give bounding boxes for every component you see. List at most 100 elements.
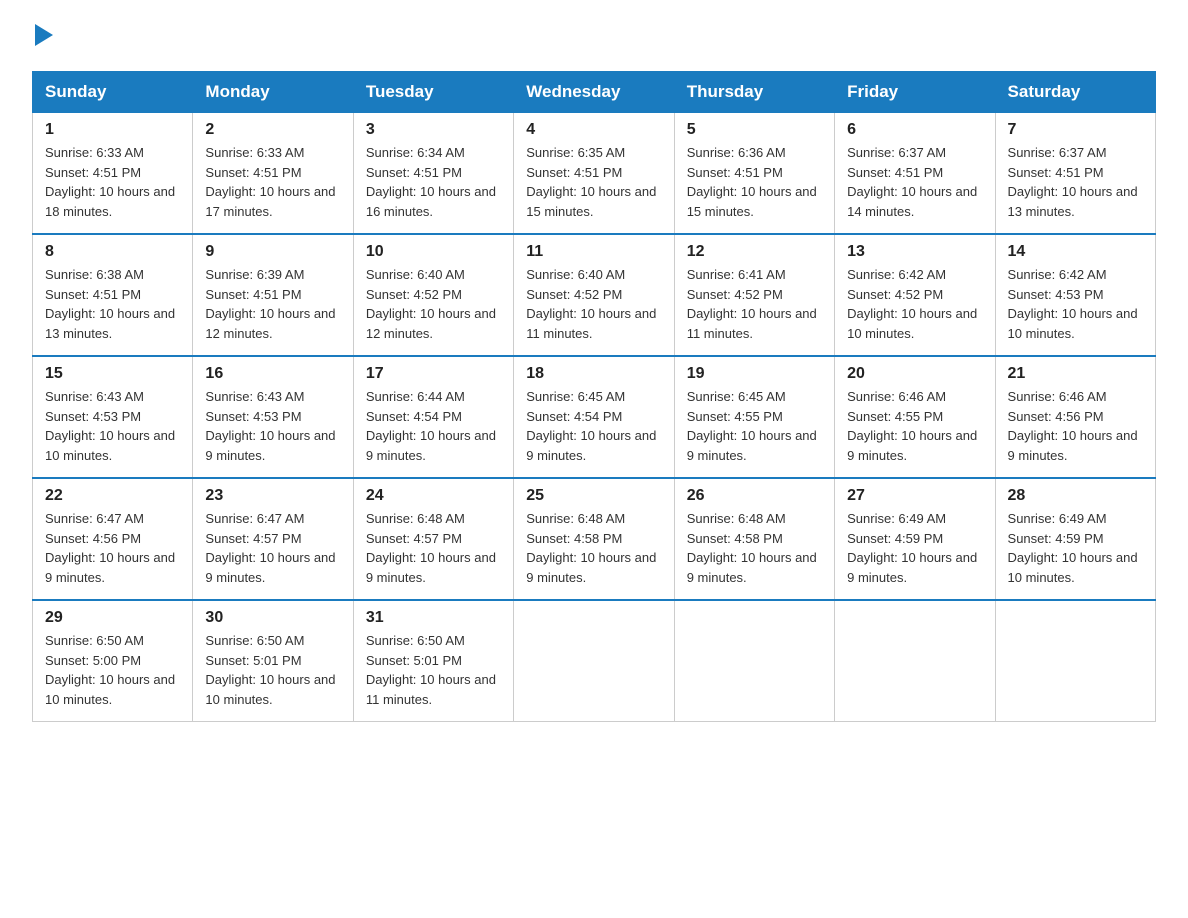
day-info: Sunrise: 6:44 AM Sunset: 4:54 PM Dayligh… (366, 387, 501, 465)
day-number: 1 (45, 121, 180, 139)
day-number: 25 (526, 487, 661, 505)
calendar-cell: 12 Sunrise: 6:41 AM Sunset: 4:52 PM Dayl… (674, 234, 834, 356)
calendar-cell: 3 Sunrise: 6:34 AM Sunset: 4:51 PM Dayli… (353, 113, 513, 235)
day-number: 13 (847, 243, 982, 261)
day-info: Sunrise: 6:50 AM Sunset: 5:01 PM Dayligh… (205, 631, 340, 709)
day-info: Sunrise: 6:45 AM Sunset: 4:55 PM Dayligh… (687, 387, 822, 465)
day-number: 24 (366, 487, 501, 505)
calendar-cell: 16 Sunrise: 6:43 AM Sunset: 4:53 PM Dayl… (193, 356, 353, 478)
day-info: Sunrise: 6:41 AM Sunset: 4:52 PM Dayligh… (687, 265, 822, 343)
weekday-header-sunday: Sunday (33, 72, 193, 113)
calendar-table: SundayMondayTuesdayWednesdayThursdayFrid… (32, 71, 1156, 722)
calendar-cell: 9 Sunrise: 6:39 AM Sunset: 4:51 PM Dayli… (193, 234, 353, 356)
week-row-5: 29 Sunrise: 6:50 AM Sunset: 5:00 PM Dayl… (33, 600, 1156, 722)
day-info: Sunrise: 6:50 AM Sunset: 5:00 PM Dayligh… (45, 631, 180, 709)
calendar-cell: 10 Sunrise: 6:40 AM Sunset: 4:52 PM Dayl… (353, 234, 513, 356)
day-info: Sunrise: 6:46 AM Sunset: 4:56 PM Dayligh… (1008, 387, 1143, 465)
day-number: 14 (1008, 243, 1143, 261)
day-number: 18 (526, 365, 661, 383)
weekday-header-thursday: Thursday (674, 72, 834, 113)
day-info: Sunrise: 6:34 AM Sunset: 4:51 PM Dayligh… (366, 143, 501, 221)
day-number: 7 (1008, 121, 1143, 139)
day-info: Sunrise: 6:47 AM Sunset: 4:57 PM Dayligh… (205, 509, 340, 587)
weekday-header-wednesday: Wednesday (514, 72, 674, 113)
calendar-cell (995, 600, 1155, 722)
calendar-cell: 14 Sunrise: 6:42 AM Sunset: 4:53 PM Dayl… (995, 234, 1155, 356)
calendar-cell: 27 Sunrise: 6:49 AM Sunset: 4:59 PM Dayl… (835, 478, 995, 600)
day-info: Sunrise: 6:38 AM Sunset: 4:51 PM Dayligh… (45, 265, 180, 343)
day-number: 4 (526, 121, 661, 139)
week-row-1: 1 Sunrise: 6:33 AM Sunset: 4:51 PM Dayli… (33, 113, 1156, 235)
day-number: 9 (205, 243, 340, 261)
weekday-header-monday: Monday (193, 72, 353, 113)
day-number: 31 (366, 609, 501, 627)
day-number: 30 (205, 609, 340, 627)
page-header (32, 24, 1156, 51)
day-info: Sunrise: 6:42 AM Sunset: 4:53 PM Dayligh… (1008, 265, 1143, 343)
day-info: Sunrise: 6:46 AM Sunset: 4:55 PM Dayligh… (847, 387, 982, 465)
day-number: 27 (847, 487, 982, 505)
calendar-cell: 8 Sunrise: 6:38 AM Sunset: 4:51 PM Dayli… (33, 234, 193, 356)
day-info: Sunrise: 6:47 AM Sunset: 4:56 PM Dayligh… (45, 509, 180, 587)
calendar-cell: 5 Sunrise: 6:36 AM Sunset: 4:51 PM Dayli… (674, 113, 834, 235)
calendar-cell: 13 Sunrise: 6:42 AM Sunset: 4:52 PM Dayl… (835, 234, 995, 356)
day-info: Sunrise: 6:42 AM Sunset: 4:52 PM Dayligh… (847, 265, 982, 343)
calendar-cell: 31 Sunrise: 6:50 AM Sunset: 5:01 PM Dayl… (353, 600, 513, 722)
day-info: Sunrise: 6:50 AM Sunset: 5:01 PM Dayligh… (366, 631, 501, 709)
calendar-cell (674, 600, 834, 722)
calendar-cell: 30 Sunrise: 6:50 AM Sunset: 5:01 PM Dayl… (193, 600, 353, 722)
day-number: 2 (205, 121, 340, 139)
calendar-cell: 6 Sunrise: 6:37 AM Sunset: 4:51 PM Dayli… (835, 113, 995, 235)
day-info: Sunrise: 6:48 AM Sunset: 4:58 PM Dayligh… (526, 509, 661, 587)
week-row-3: 15 Sunrise: 6:43 AM Sunset: 4:53 PM Dayl… (33, 356, 1156, 478)
week-row-4: 22 Sunrise: 6:47 AM Sunset: 4:56 PM Dayl… (33, 478, 1156, 600)
calendar-cell: 2 Sunrise: 6:33 AM Sunset: 4:51 PM Dayli… (193, 113, 353, 235)
weekday-header-row: SundayMondayTuesdayWednesdayThursdayFrid… (33, 72, 1156, 113)
day-info: Sunrise: 6:40 AM Sunset: 4:52 PM Dayligh… (526, 265, 661, 343)
calendar-cell: 19 Sunrise: 6:45 AM Sunset: 4:55 PM Dayl… (674, 356, 834, 478)
calendar-cell: 21 Sunrise: 6:46 AM Sunset: 4:56 PM Dayl… (995, 356, 1155, 478)
calendar-cell: 15 Sunrise: 6:43 AM Sunset: 4:53 PM Dayl… (33, 356, 193, 478)
day-number: 29 (45, 609, 180, 627)
day-number: 17 (366, 365, 501, 383)
day-info: Sunrise: 6:43 AM Sunset: 4:53 PM Dayligh… (45, 387, 180, 465)
day-number: 23 (205, 487, 340, 505)
calendar-cell: 22 Sunrise: 6:47 AM Sunset: 4:56 PM Dayl… (33, 478, 193, 600)
calendar-cell: 28 Sunrise: 6:49 AM Sunset: 4:59 PM Dayl… (995, 478, 1155, 600)
calendar-cell: 11 Sunrise: 6:40 AM Sunset: 4:52 PM Dayl… (514, 234, 674, 356)
day-number: 6 (847, 121, 982, 139)
day-info: Sunrise: 6:49 AM Sunset: 4:59 PM Dayligh… (847, 509, 982, 587)
calendar-cell: 20 Sunrise: 6:46 AM Sunset: 4:55 PM Dayl… (835, 356, 995, 478)
day-info: Sunrise: 6:37 AM Sunset: 4:51 PM Dayligh… (847, 143, 982, 221)
day-info: Sunrise: 6:35 AM Sunset: 4:51 PM Dayligh… (526, 143, 661, 221)
logo (32, 24, 53, 51)
calendar-cell: 23 Sunrise: 6:47 AM Sunset: 4:57 PM Dayl… (193, 478, 353, 600)
calendar-cell: 4 Sunrise: 6:35 AM Sunset: 4:51 PM Dayli… (514, 113, 674, 235)
day-info: Sunrise: 6:39 AM Sunset: 4:51 PM Dayligh… (205, 265, 340, 343)
day-number: 10 (366, 243, 501, 261)
day-info: Sunrise: 6:40 AM Sunset: 4:52 PM Dayligh… (366, 265, 501, 343)
weekday-header-tuesday: Tuesday (353, 72, 513, 113)
day-number: 11 (526, 243, 661, 261)
calendar-cell: 1 Sunrise: 6:33 AM Sunset: 4:51 PM Dayli… (33, 113, 193, 235)
day-info: Sunrise: 6:48 AM Sunset: 4:57 PM Dayligh… (366, 509, 501, 587)
day-number: 19 (687, 365, 822, 383)
weekday-header-friday: Friday (835, 72, 995, 113)
week-row-2: 8 Sunrise: 6:38 AM Sunset: 4:51 PM Dayli… (33, 234, 1156, 356)
day-info: Sunrise: 6:48 AM Sunset: 4:58 PM Dayligh… (687, 509, 822, 587)
day-info: Sunrise: 6:33 AM Sunset: 4:51 PM Dayligh… (45, 143, 180, 221)
day-number: 28 (1008, 487, 1143, 505)
calendar-cell (835, 600, 995, 722)
calendar-cell: 26 Sunrise: 6:48 AM Sunset: 4:58 PM Dayl… (674, 478, 834, 600)
calendar-cell: 25 Sunrise: 6:48 AM Sunset: 4:58 PM Dayl… (514, 478, 674, 600)
day-number: 8 (45, 243, 180, 261)
day-number: 21 (1008, 365, 1143, 383)
calendar-cell: 18 Sunrise: 6:45 AM Sunset: 4:54 PM Dayl… (514, 356, 674, 478)
day-number: 20 (847, 365, 982, 383)
logo-triangle-icon (35, 24, 53, 46)
day-info: Sunrise: 6:49 AM Sunset: 4:59 PM Dayligh… (1008, 509, 1143, 587)
day-number: 12 (687, 243, 822, 261)
day-info: Sunrise: 6:45 AM Sunset: 4:54 PM Dayligh… (526, 387, 661, 465)
day-number: 16 (205, 365, 340, 383)
day-info: Sunrise: 6:37 AM Sunset: 4:51 PM Dayligh… (1008, 143, 1143, 221)
